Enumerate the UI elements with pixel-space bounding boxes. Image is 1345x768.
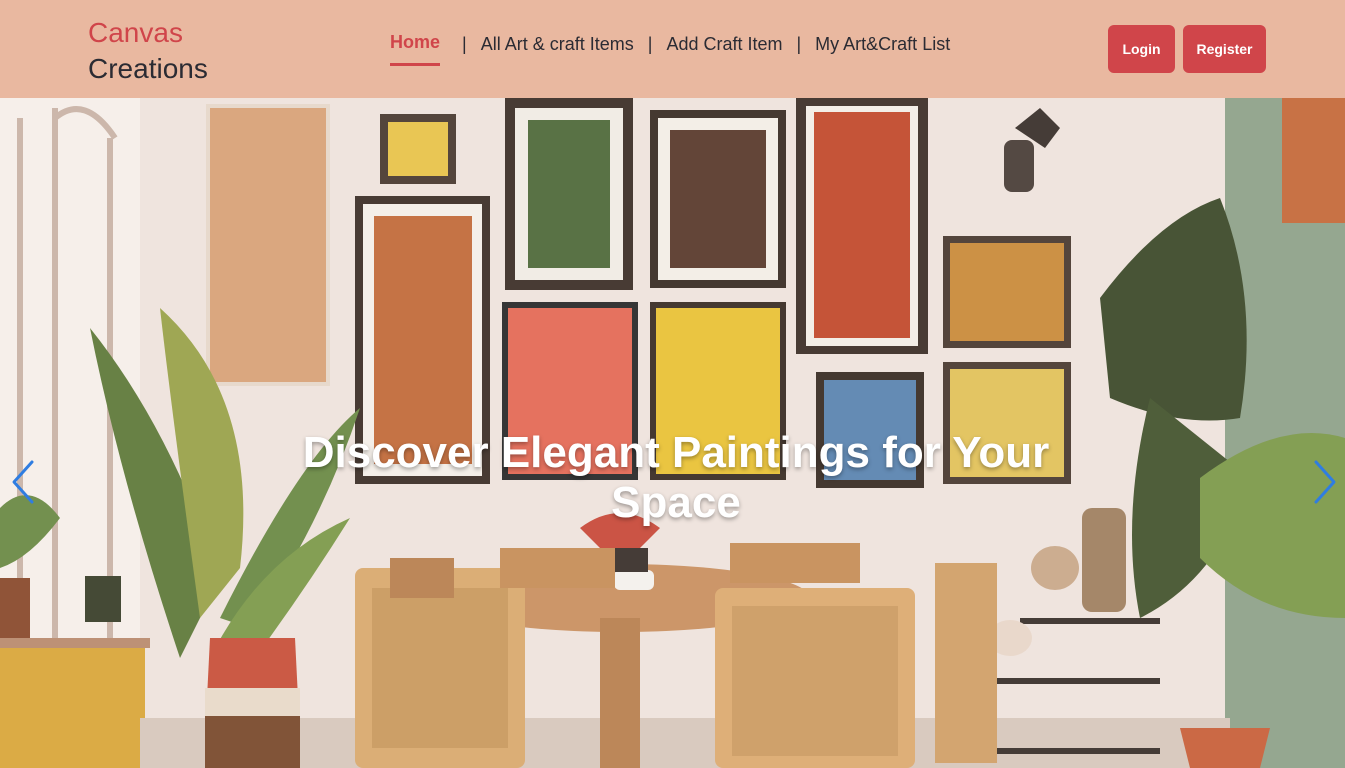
nav-separator: | xyxy=(647,33,653,54)
login-button[interactable]: Login xyxy=(1108,25,1175,73)
register-button[interactable]: Register xyxy=(1183,25,1266,73)
chevron-right-icon xyxy=(1314,460,1336,504)
nav-home[interactable]: Home xyxy=(390,32,441,66)
nav-my-list[interactable]: My Art&Craft List xyxy=(815,34,950,65)
brand-logo[interactable]: Canvas Creations xyxy=(88,15,208,87)
nav-separator: | xyxy=(462,33,467,54)
navbar: Canvas Creations Home | All Art & craft … xyxy=(0,0,1345,98)
carousel-prev-button[interactable] xyxy=(8,458,38,506)
nav-separator: | xyxy=(796,33,802,54)
nav-add-craft-item[interactable]: Add Craft Item xyxy=(666,34,782,65)
brand-line-2: Creations xyxy=(88,53,208,84)
hero-title: Discover Elegant Paintings for Your Spac… xyxy=(302,428,1050,527)
hero-carousel: Discover Elegant Paintings for Your Spac… xyxy=(0,98,1345,768)
nav-all-items[interactable]: All Art & craft Items xyxy=(481,34,634,65)
main-nav: Home | All Art & craft Items | Add Craft… xyxy=(390,32,950,66)
carousel-next-button[interactable] xyxy=(1310,458,1340,506)
chevron-left-icon xyxy=(12,460,34,504)
brand-line-1: Canvas xyxy=(88,17,183,48)
